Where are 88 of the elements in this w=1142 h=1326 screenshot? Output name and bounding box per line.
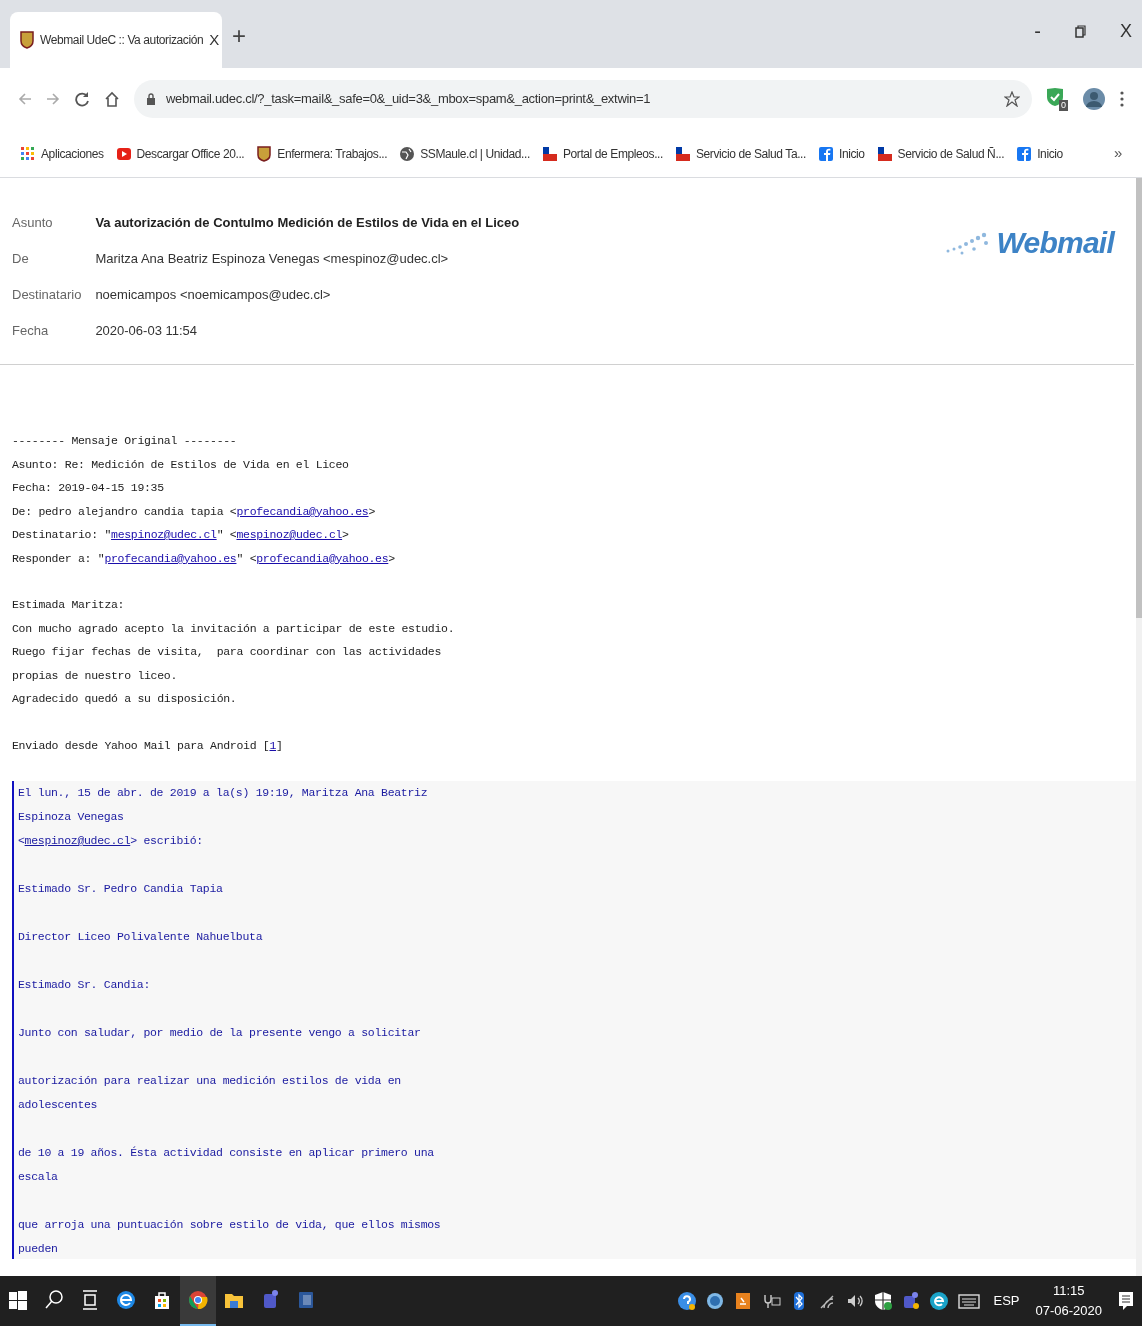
notification-icon[interactable] xyxy=(1118,1290,1134,1312)
email-link[interactable]: profecandia@yahoo.es xyxy=(236,504,369,518)
bookmark[interactable]: Inicio xyxy=(1016,144,1063,163)
chrome-icon xyxy=(186,1288,210,1312)
minimize-button[interactable]: - xyxy=(1034,16,1041,46)
header-label: Destinatario xyxy=(12,286,82,304)
webmail-logo: Webmail xyxy=(996,225,1114,261)
message-line: Agradecido quedó a su disposición. xyxy=(12,691,238,707)
message-line: De: pedro alejandro candia tapia <profecandia@yahoo.es> xyxy=(12,503,377,520)
message-line: pueden xyxy=(18,1241,59,1257)
header-value: Maritza Ana Beatriz Espinoza Venegas <mespinoz@udec.cl> xyxy=(95,250,450,268)
avatar-icon[interactable] xyxy=(1082,87,1106,111)
help-icon[interactable] xyxy=(677,1291,698,1311)
facebook-icon xyxy=(1016,145,1033,162)
close-button[interactable]: X xyxy=(1120,17,1132,45)
header-value: 2020-06-03 11:54 xyxy=(95,322,199,340)
message-line: Fecha: 2019-04-15 19:35 xyxy=(12,480,165,496)
url-text: webmail.udec.cl/?_task=mail&_safe=0&_uid=3&_mbox=spam&_action=print&_extwin=1 xyxy=(166,90,652,109)
taskbar-button[interactable] xyxy=(180,1276,216,1326)
keyboard-icon[interactable] xyxy=(957,1291,982,1311)
email-link[interactable]: mespinoz@udec.cl xyxy=(111,528,217,541)
extension-badge: 0 xyxy=(1059,100,1068,111)
apps-grid-icon xyxy=(20,145,36,162)
lock-icon xyxy=(146,93,156,105)
tab-title: Webmail UdeC :: Va autorización xyxy=(40,32,204,49)
more-icon[interactable] xyxy=(1120,91,1124,107)
letter-e-icon[interactable] xyxy=(929,1291,950,1311)
message-line: adolescentes xyxy=(18,1097,99,1113)
message-line: Asunto: Re: Medición de Estilos de Vida en el Liceo xyxy=(12,456,350,473)
message-line: Con mucho agrado acepto la invitación a participar de este estudio. xyxy=(12,620,456,637)
message-line: <mespinoz@udec.cl> escribió: xyxy=(18,833,204,849)
message-line: Estimado Sr. Pedro Candia Tapia xyxy=(18,881,224,897)
home-icon[interactable] xyxy=(104,91,120,107)
globe-icon xyxy=(399,145,416,162)
shield-check-icon[interactable] xyxy=(1046,87,1064,107)
message-line: Ruego fijar fechas de visita, para coordinar con las actividades xyxy=(12,644,443,660)
play-icon xyxy=(115,145,132,162)
clock-date[interactable]: 07-06-2020 xyxy=(1035,1301,1102,1321)
message-line: Espinoza Venegas xyxy=(18,809,125,825)
bookmark[interactable]: Inicio xyxy=(817,144,865,163)
tab-close-button[interactable]: X xyxy=(209,28,220,52)
message-line: Enviado desde Yahoo Mail para Android [1] xyxy=(12,737,284,754)
subject-text: Va autorización de Contulmo Medición de Estilos de Vida en el Liceo xyxy=(95,214,521,232)
message-line: Destinatario: "mespinoz@udec.cl" <mespinoz@udec.cl> xyxy=(12,527,350,543)
browser-tab[interactable]: Webmail UdeC :: Va autorización X xyxy=(10,12,222,68)
message-line: Director Liceo Polivalente Nahuelbuta xyxy=(18,929,264,945)
email-link[interactable]: 1 xyxy=(269,738,277,752)
message-line: propias de nuestro liceo. xyxy=(12,667,179,684)
star-icon[interactable] xyxy=(1004,91,1020,107)
bookmark[interactable]: Enfermera: Trabajos... xyxy=(256,144,388,163)
bookmark[interactable]: Aplicaciones xyxy=(20,144,104,163)
message-line: Estimado Sr. Candia: xyxy=(18,977,152,993)
message-line: de 10 a 19 años. Ésta actividad consiste en aplicar primero una xyxy=(18,1145,435,1161)
bookmark[interactable]: Servicio de Salud Ñ... xyxy=(876,144,1005,163)
message-line: Junto con saludar, por medio de la presente vengo a solicitar xyxy=(18,1025,422,1041)
shield-check-icon[interactable] xyxy=(873,1291,894,1311)
scrollbar[interactable] xyxy=(1136,178,1142,1276)
message-line: -------- Mensaje Original -------- xyxy=(12,433,238,449)
address-bar[interactable]: webmail.udec.cl/?_task=mail&_safe=0&_uid=3&_mbox=spam&_action=print&_extwin=1 xyxy=(134,80,1032,118)
more-bookmarks-button[interactable]: » xyxy=(1114,142,1122,165)
message-line: El lun., 15 de abr. de 2019 a la(s) 19:19, Maritza Ana Beatriz xyxy=(18,785,429,801)
header-value: noemicampos <noemicampos@udec.cl> xyxy=(95,286,332,304)
reload-icon[interactable] xyxy=(74,91,90,107)
header-label: Asunto xyxy=(12,214,54,232)
email-link[interactable]: mespinoz@udec.cl xyxy=(236,528,343,541)
windows-icon xyxy=(6,1288,30,1312)
header-label: Fecha xyxy=(12,322,50,340)
message-line: Estimada Maritza: xyxy=(12,597,126,613)
bookmark[interactable]: Portal de Empleos... xyxy=(541,144,663,163)
shield-icon xyxy=(256,145,273,162)
clock-time[interactable]: 11:15 xyxy=(1052,1281,1085,1301)
email-link[interactable]: mespinoz@udec.cl xyxy=(24,834,131,847)
email-link[interactable]: profecandia@yahoo.es xyxy=(256,551,389,565)
message-line: Responder a: "profecandia@yahoo.es" <profecandia@yahoo.es> xyxy=(12,550,396,567)
bookmark[interactable]: Servicio de Salud Ta... xyxy=(675,144,806,163)
new-tab-button[interactable]: + xyxy=(232,18,246,54)
language-indicator[interactable]: ESP xyxy=(993,1291,1020,1311)
message-line: escala xyxy=(18,1169,59,1185)
bookmark[interactable]: SSMaule.cl | Unidad... xyxy=(399,144,530,163)
facebook-icon xyxy=(817,145,834,162)
email-link[interactable]: profecandia@yahoo.es xyxy=(104,551,237,565)
message-line: que arroja una puntuación sobre estilo de vida, que ellos mismos xyxy=(18,1217,442,1233)
edge-icon xyxy=(114,1288,138,1312)
bookmark[interactable]: Descargar Office 20... xyxy=(115,144,245,163)
restore-icon[interactable] xyxy=(1075,24,1086,38)
message-line: autorización para realizar una medición estilos de vida en xyxy=(18,1073,402,1089)
header-label: De xyxy=(12,250,30,268)
shield-icon xyxy=(20,31,34,49)
